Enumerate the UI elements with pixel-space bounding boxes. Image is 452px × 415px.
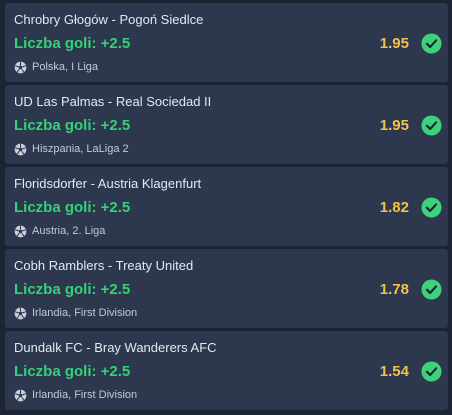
league-row: Polska, I Liga bbox=[14, 59, 98, 75]
odds-value: 1.54 bbox=[379, 363, 409, 380]
league-row: Austria, 2. Liga bbox=[14, 223, 105, 239]
league-name: Irlandia, First Division bbox=[32, 307, 138, 319]
match-title: Dundalk FC - Bray Wanderers AFC bbox=[14, 340, 217, 355]
league-name: Austria, 2. Liga bbox=[32, 225, 106, 237]
bet-list: Chrobry Głogów - Pogoń Siedlce Liczba go… bbox=[0, 0, 452, 415]
league-name: Hiszpania, LaLiga 2 bbox=[32, 143, 129, 155]
match-title: Cobh Ramblers - Treaty United bbox=[14, 258, 194, 273]
league-row: Irlandia, First Division bbox=[14, 387, 137, 403]
check-circle-icon bbox=[421, 361, 442, 382]
bet-card[interactable]: Floridsdorfer - Austria Klagenfurt Liczb… bbox=[5, 167, 448, 246]
check-circle-icon bbox=[421, 33, 442, 54]
soccer-ball-icon bbox=[14, 307, 27, 319]
soccer-ball-icon bbox=[14, 61, 27, 73]
soccer-ball-icon bbox=[14, 389, 27, 401]
match-title: Chrobry Głogów - Pogoń Siedlce bbox=[14, 12, 204, 27]
check-circle-icon bbox=[421, 115, 442, 136]
market-label: Liczba goli: +2.5 bbox=[14, 281, 131, 298]
bet-card[interactable]: Cobh Ramblers - Treaty United Liczba gol… bbox=[5, 249, 448, 328]
odds-value: 1.82 bbox=[379, 199, 409, 216]
bet-card[interactable]: UD Las Palmas - Real Sociedad II Liczba … bbox=[5, 85, 448, 164]
match-title: Floridsdorfer - Austria Klagenfurt bbox=[14, 176, 202, 191]
odds-value: 1.95 bbox=[379, 35, 409, 52]
bet-card[interactable]: Dundalk FC - Bray Wanderers AFC Liczba g… bbox=[5, 331, 448, 410]
market-label: Liczba goli: +2.5 bbox=[14, 117, 131, 134]
market-label: Liczba goli: +2.5 bbox=[14, 35, 131, 52]
soccer-ball-icon bbox=[14, 225, 27, 237]
check-circle-icon bbox=[421, 279, 442, 300]
market-label: Liczba goli: +2.5 bbox=[14, 363, 131, 380]
market-label: Liczba goli: +2.5 bbox=[14, 199, 131, 216]
match-title: UD Las Palmas - Real Sociedad II bbox=[14, 94, 212, 109]
odds-value: 1.95 bbox=[379, 117, 409, 134]
soccer-ball-icon bbox=[14, 143, 27, 155]
odds-value: 1.78 bbox=[379, 281, 409, 298]
league-row: Irlandia, First Division bbox=[14, 305, 137, 321]
bet-card[interactable]: Chrobry Głogów - Pogoń Siedlce Liczba go… bbox=[5, 3, 448, 82]
check-circle-icon bbox=[421, 197, 442, 218]
league-name: Irlandia, First Division bbox=[32, 389, 138, 401]
league-row: Hiszpania, LaLiga 2 bbox=[14, 141, 129, 157]
league-name: Polska, I Liga bbox=[32, 61, 99, 73]
